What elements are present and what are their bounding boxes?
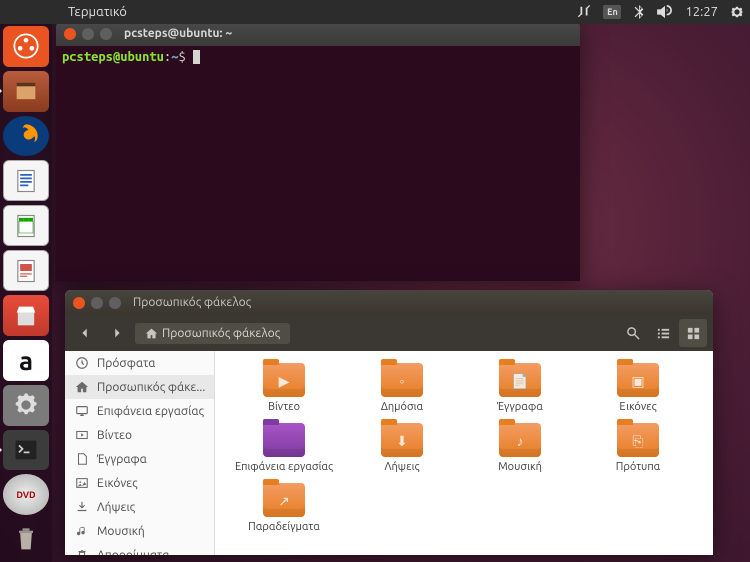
prompt-user: pcsteps@ubuntu xyxy=(62,50,164,64)
launcher-dash[interactable] xyxy=(3,26,49,67)
sidebar-item-home[interactable]: Προσωπικός φάκε... xyxy=(65,375,214,399)
home-icon xyxy=(145,327,158,340)
folder-label: Δημόσια xyxy=(381,401,423,413)
window-maximize-button[interactable] xyxy=(100,28,112,40)
sidebar-item-clock[interactable]: Πρόσφατα xyxy=(65,351,214,375)
terminal-window: pcsteps@ubuntu: ~ pcsteps@ubuntu:~$ xyxy=(56,21,580,281)
folder-item[interactable]: ↗ Παραδείγματα xyxy=(225,483,343,533)
folder-icon xyxy=(263,423,305,457)
folder-icon: ⎘ xyxy=(617,423,659,457)
search-button[interactable] xyxy=(619,319,647,347)
folder-icon: ◦ xyxy=(381,363,423,397)
view-grid-button[interactable] xyxy=(679,319,707,347)
folder-item[interactable]: ⬇ Λήψεις xyxy=(343,423,461,473)
launcher-software[interactable] xyxy=(3,295,49,336)
folder-icon: ♪ xyxy=(499,423,541,457)
bluetooth-icon[interactable] xyxy=(633,5,645,19)
terminal-body[interactable]: pcsteps@ubuntu:~$ xyxy=(56,46,580,68)
sidebar-item-video[interactable]: Βίντεο xyxy=(65,423,214,447)
window-minimize-button[interactable] xyxy=(91,297,103,309)
terminal-title: pcsteps@ubuntu: ~ xyxy=(124,27,232,40)
sidebar-item-music[interactable]: Μουσική xyxy=(65,519,214,543)
terminal-titlebar[interactable]: pcsteps@ubuntu: ~ xyxy=(56,21,580,46)
sidebar-item-trash[interactable]: Απορρίμματα xyxy=(65,543,214,555)
launcher-files[interactable] xyxy=(3,71,49,112)
launcher-trash[interactable] xyxy=(3,519,49,560)
launcher-calc[interactable] xyxy=(3,205,49,246)
network-icon[interactable] xyxy=(577,5,591,19)
folder-label: Έγγραφα xyxy=(497,401,543,413)
folder-item[interactable]: ⎘ Πρότυπα xyxy=(579,423,697,473)
folder-label: Εικόνες xyxy=(619,401,656,413)
sidebar-item-download[interactable]: Λήψεις xyxy=(65,495,214,519)
folder-label: Λήψεις xyxy=(385,461,420,473)
sidebar-item-desktop[interactable]: Επιφάνεια εργασίας xyxy=(65,399,214,423)
folder-icon: ↗ xyxy=(263,483,305,517)
folder-item[interactable]: ▶ Βίντεο xyxy=(225,363,343,413)
launcher-writer[interactable] xyxy=(3,160,49,201)
files-sidebar: ΠρόσφαταΠροσωπικός φάκε...Επιφάνεια εργα… xyxy=(65,351,215,555)
gear-icon[interactable] xyxy=(730,5,744,19)
folder-item[interactable]: ♪ Μουσική xyxy=(461,423,579,473)
folder-label: Παραδείγματα xyxy=(248,521,320,533)
folder-item[interactable]: Επιφάνεια εργασίας xyxy=(225,423,343,473)
files-toolbar: Προσωπικός φάκελος xyxy=(65,315,713,351)
nav-forward-button[interactable] xyxy=(103,319,131,347)
launcher-settings[interactable] xyxy=(3,385,49,426)
path-label: Προσωπικός φάκελος xyxy=(162,327,280,340)
files-icon-view[interactable]: ▶ Βίντεο ◦ Δημόσια 📄 Έγγραφα ▣ Εικόνες Επιφάνεια… xyxy=(215,351,713,555)
sidebar-item-doc[interactable]: Έγγραφα xyxy=(65,447,214,471)
launcher-terminal[interactable] xyxy=(3,430,49,471)
folder-label: Επιφάνεια εργασίας xyxy=(235,461,333,473)
folder-item[interactable]: 📄 Έγγραφα xyxy=(461,363,579,413)
window-close-button[interactable] xyxy=(64,28,76,40)
folder-label: Πρότυπα xyxy=(616,461,660,473)
view-list-button[interactable] xyxy=(649,319,677,347)
terminal-cursor xyxy=(193,50,200,64)
window-close-button[interactable] xyxy=(73,297,85,309)
launcher-amazon[interactable]: a xyxy=(3,340,49,381)
sidebar-item-image[interactable]: Εικόνες xyxy=(65,471,214,495)
top-menubar: Τερματικό En 12:27 xyxy=(0,0,750,24)
folder-icon: ▣ xyxy=(617,363,659,397)
folder-icon: 📄 xyxy=(499,363,541,397)
folder-item[interactable]: ▣ Εικόνες xyxy=(579,363,697,413)
launcher-impress[interactable] xyxy=(3,250,49,291)
window-minimize-button[interactable] xyxy=(82,28,94,40)
folder-label: Βίντεο xyxy=(268,401,300,413)
pathbar[interactable]: Προσωπικός φάκελος xyxy=(135,323,290,344)
volume-icon[interactable] xyxy=(657,5,673,19)
files-window: Προσωπικός φάκελος Προσωπικός φάκελος Πρ… xyxy=(65,290,713,555)
keyboard-indicator[interactable]: En xyxy=(603,5,621,19)
folder-item[interactable]: ◦ Δημόσια xyxy=(343,363,461,413)
files-titlebar[interactable]: Προσωπικός φάκελος xyxy=(65,290,713,315)
files-title: Προσωπικός φάκελος xyxy=(133,296,251,309)
folder-icon: ▶ xyxy=(263,363,305,397)
window-maximize-button[interactable] xyxy=(109,297,121,309)
launcher-firefox[interactable] xyxy=(3,116,49,157)
nav-back-button[interactable] xyxy=(71,319,99,347)
folder-label: Μουσική xyxy=(498,461,542,473)
folder-icon: ⬇ xyxy=(381,423,423,457)
launcher: a DVD xyxy=(0,0,52,562)
active-app-title: Τερματικό xyxy=(68,5,127,19)
clock[interactable]: 12:27 xyxy=(685,5,718,19)
launcher-dvd[interactable]: DVD xyxy=(3,474,49,515)
